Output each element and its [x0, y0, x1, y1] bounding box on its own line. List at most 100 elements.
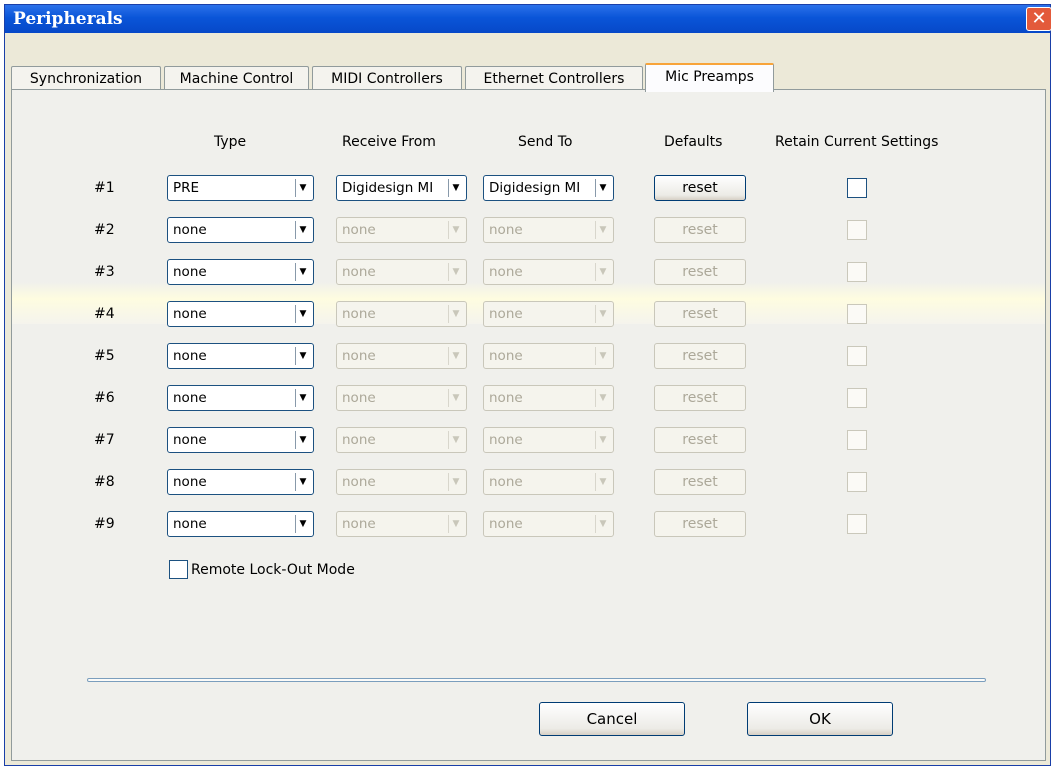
reset-button[interactable]: reset	[654, 175, 746, 201]
type-select-value: none	[173, 222, 207, 238]
tab-synchronization[interactable]: Synchronization	[11, 66, 161, 90]
chevron-down-icon: ▼	[595, 515, 610, 533]
chevron-down-icon: ▼	[295, 515, 310, 533]
receive-from-select-value: none	[342, 222, 376, 238]
retain-settings-checkbox[interactable]	[847, 472, 867, 492]
row-label: #3	[94, 264, 115, 280]
retain-settings-checkbox[interactable]	[847, 304, 867, 324]
row-label: #1	[94, 180, 115, 196]
tab-ethernet-controllers[interactable]: Ethernet Controllers	[465, 66, 643, 90]
header-send-to: Send To	[518, 134, 573, 150]
reset-button[interactable]: reset	[654, 301, 746, 327]
chevron-down-icon: ▼	[595, 179, 610, 197]
chevron-down-icon: ▼	[448, 515, 463, 533]
type-select-value: none	[173, 306, 207, 322]
reset-button[interactable]: reset	[654, 427, 746, 453]
type-select[interactable]: none ▼	[167, 217, 314, 243]
send-to-select[interactable]: none ▼	[483, 469, 614, 495]
chevron-down-icon: ▼	[448, 347, 463, 365]
reset-button[interactable]: reset	[654, 217, 746, 243]
chevron-down-icon: ▼	[295, 347, 310, 365]
retain-settings-checkbox[interactable]	[847, 346, 867, 366]
receive-from-select[interactable]: none ▼	[336, 427, 467, 453]
reset-button[interactable]: reset	[654, 511, 746, 537]
reset-button[interactable]: reset	[654, 259, 746, 285]
chevron-down-icon: ▼	[448, 305, 463, 323]
chevron-down-icon: ▼	[448, 431, 463, 449]
send-to-select-value: none	[489, 516, 523, 532]
type-select[interactable]: none ▼	[167, 301, 314, 327]
type-select[interactable]: none ▼	[167, 469, 314, 495]
chevron-down-icon: ▼	[595, 473, 610, 491]
chevron-down-icon: ▼	[448, 179, 463, 197]
receive-from-select-value: none	[342, 264, 376, 280]
retain-settings-checkbox[interactable]	[847, 388, 867, 408]
receive-from-select[interactable]: none ▼	[336, 343, 467, 369]
send-to-select-value: none	[489, 474, 523, 490]
send-to-select[interactable]: none ▼	[483, 427, 614, 453]
send-to-select[interactable]: none ▼	[483, 217, 614, 243]
send-to-select[interactable]: none ▼	[483, 343, 614, 369]
title-bar[interactable]: Peripherals ✕	[5, 5, 1052, 33]
header-retain-current-settings: Retain Current Settings	[775, 134, 939, 150]
type-select[interactable]: none ▼	[167, 343, 314, 369]
send-to-select[interactable]: Digidesign MI ▼	[483, 175, 614, 201]
remote-lockout-label: Remote Lock-Out Mode	[191, 561, 355, 578]
receive-from-select[interactable]: none ▼	[336, 301, 467, 327]
send-to-select[interactable]: none ▼	[483, 301, 614, 327]
chevron-down-icon: ▼	[295, 221, 310, 239]
chevron-down-icon: ▼	[295, 389, 310, 407]
reset-button[interactable]: reset	[654, 343, 746, 369]
chevron-down-icon: ▼	[595, 263, 610, 281]
chevron-down-icon: ▼	[295, 305, 310, 323]
row-label: #2	[94, 222, 115, 238]
chevron-down-icon: ▼	[295, 431, 310, 449]
ok-button[interactable]: OK	[747, 702, 893, 736]
chevron-down-icon: ▼	[595, 431, 610, 449]
close-button[interactable]: ✕	[1026, 7, 1052, 31]
receive-from-select[interactable]: none ▼	[336, 217, 467, 243]
receive-from-select[interactable]: none ▼	[336, 469, 467, 495]
reset-button[interactable]: reset	[654, 385, 746, 411]
type-select[interactable]: none ▼	[167, 385, 314, 411]
reset-button[interactable]: reset	[654, 469, 746, 495]
type-select-value: none	[173, 432, 207, 448]
type-select[interactable]: none ▼	[167, 259, 314, 285]
receive-from-select-value: none	[342, 432, 376, 448]
tab-bar: Synchronization Machine Control MIDI Con…	[11, 63, 1046, 92]
tab-mic-preamps[interactable]: Mic Preamps	[645, 63, 774, 92]
send-to-select-value: none	[489, 264, 523, 280]
retain-settings-checkbox[interactable]	[847, 178, 867, 198]
type-select-value: none	[173, 516, 207, 532]
send-to-select[interactable]: none ▼	[483, 511, 614, 537]
peripherals-window: Peripherals ✕ Synchronization Machine Co…	[4, 4, 1052, 766]
retain-settings-checkbox[interactable]	[847, 514, 867, 534]
window-title: Peripherals	[13, 9, 123, 29]
remote-lockout[interactable]: Remote Lock-Out Mode	[169, 560, 355, 579]
remote-lockout-checkbox[interactable]	[169, 560, 188, 579]
header-type: Type	[214, 134, 247, 150]
tab-machine-control[interactable]: Machine Control	[164, 66, 309, 90]
send-to-select-value: none	[489, 222, 523, 238]
retain-settings-checkbox[interactable]	[847, 262, 867, 282]
close-icon: ✕	[1031, 8, 1047, 29]
type-select[interactable]: none ▼	[167, 511, 314, 537]
receive-from-select-value: none	[342, 348, 376, 364]
chevron-down-icon: ▼	[595, 389, 610, 407]
receive-from-select[interactable]: none ▼	[336, 259, 467, 285]
type-select[interactable]: PRE ▼	[167, 175, 314, 201]
tab-midi-controllers[interactable]: MIDI Controllers	[312, 66, 462, 90]
receive-from-select[interactable]: none ▼	[336, 511, 467, 537]
chevron-down-icon: ▼	[295, 263, 310, 281]
retain-settings-checkbox[interactable]	[847, 220, 867, 240]
send-to-select[interactable]: none ▼	[483, 385, 614, 411]
retain-settings-checkbox[interactable]	[847, 430, 867, 450]
cancel-button[interactable]: Cancel	[539, 702, 685, 736]
row-label: #5	[94, 348, 115, 364]
send-to-select[interactable]: none ▼	[483, 259, 614, 285]
receive-from-select[interactable]: none ▼	[336, 385, 467, 411]
row-label: #9	[94, 516, 115, 532]
receive-from-select-value: none	[342, 516, 376, 532]
type-select[interactable]: none ▼	[167, 427, 314, 453]
receive-from-select[interactable]: Digidesign MI ▼	[336, 175, 467, 201]
